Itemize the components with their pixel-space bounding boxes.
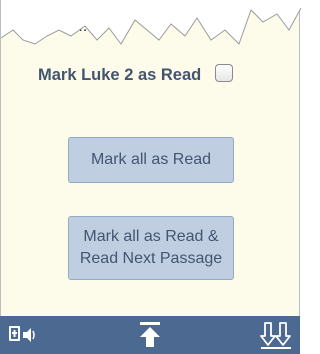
mark-all-read-button[interactable]: Mark all as Read — [68, 137, 234, 183]
mark-all-read-label: Mark all as Read — [90, 151, 212, 168]
bottom-toolbar — [0, 316, 300, 354]
mark-read-checkbox[interactable] — [215, 64, 233, 82]
torn-edge — [1, 0, 301, 45]
scroll-to-top-icon[interactable] — [137, 320, 163, 350]
reading-page: and no... Mark Luke 2 as Read Mark all a… — [0, 0, 301, 316]
next-passage-icon[interactable] — [260, 320, 294, 350]
mark-read-label: Mark Luke 2 as Read — [38, 66, 202, 84]
audio-bible-icon[interactable] — [6, 322, 36, 348]
mark-all-read-next-label-line2: Read Next Passage — [79, 250, 223, 267]
mark-all-read-next-button[interactable]: Mark all as Read & Read Next Passage — [68, 216, 234, 280]
mark-read-row[interactable]: Mark Luke 2 as Read — [38, 62, 238, 90]
mark-all-read-next-label-line1: Mark all as Read & — [83, 228, 219, 245]
